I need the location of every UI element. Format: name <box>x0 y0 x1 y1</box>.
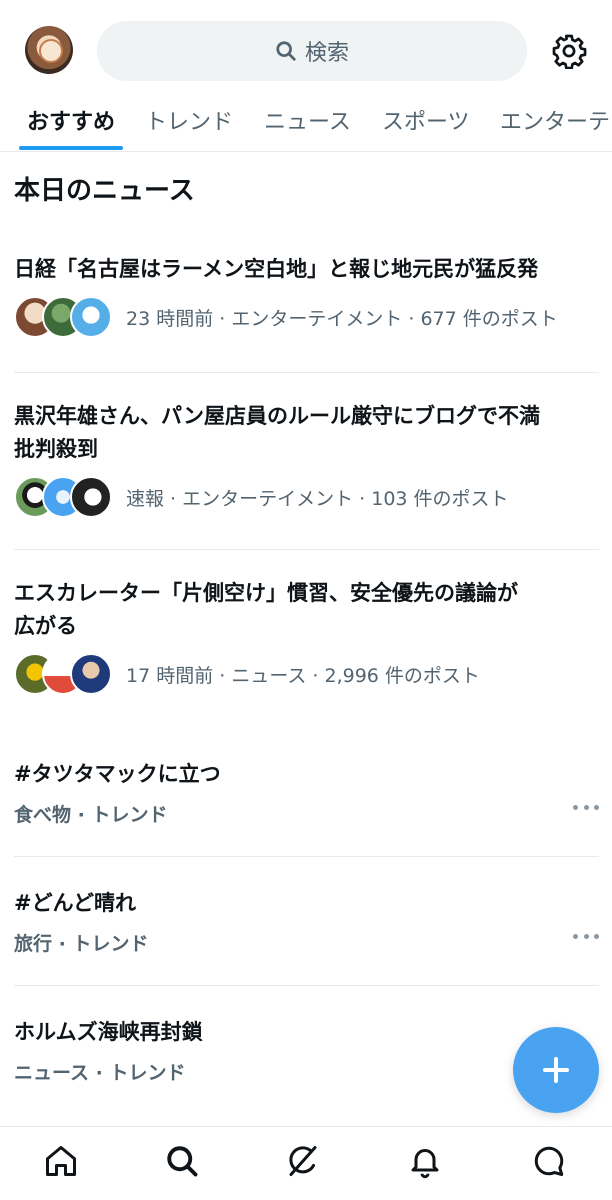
avatar <box>70 476 112 518</box>
tab-indicator <box>19 146 123 150</box>
divider <box>14 372 599 373</box>
explore-tabs: おすすめ トレンド ニュース スポーツ エンターテ <box>0 98 612 152</box>
bottom-nav <box>0 1126 612 1200</box>
news-avatars <box>14 476 114 518</box>
news-item[interactable]: エスカレーター「片側空け」慣習、安全優先の議論が 広がる 17 時間前 · ニュ… <box>14 577 599 695</box>
trend-item[interactable]: ホルムズ海峡再封鎖 ニュース · トレンド <box>14 1016 599 1085</box>
news-meta: 17 時間前 · ニュース · 2,996 件のポスト <box>126 664 480 687</box>
trend-title: #タツタマックに立つ <box>14 762 221 786</box>
news-headline: 日経「名古屋はラーメン空白地」と報じ地元民が猛反発 <box>14 257 539 281</box>
profile-avatar[interactable] <box>25 26 73 74</box>
news-headline-line1: 黒沢年雄さん、パン屋店員のルール厳守にブログで不満 <box>14 404 541 428</box>
tab-entertainment[interactable]: エンターテ <box>500 104 610 136</box>
trend-title: #どんど晴れ <box>14 891 136 915</box>
trend-meta: 食べ物 · トレンド <box>14 804 168 826</box>
search-icon[interactable] <box>164 1143 200 1179</box>
trend-item[interactable]: #タツタマックに立つ 食べ物 · トレンド <box>14 758 599 827</box>
divider <box>14 549 599 550</box>
news-meta: 速報 · エンターテイメント · 103 件のポスト <box>126 487 509 510</box>
search-icon <box>276 41 296 61</box>
news-item[interactable]: 黒沢年雄さん、パン屋店員のルール厳守にブログで不満 批判殺到 速報 · エンター… <box>14 400 599 518</box>
news-avatars <box>14 653 114 695</box>
divider <box>14 985 599 986</box>
gear-icon[interactable] <box>551 33 587 69</box>
search-bar[interactable]: 検索 <box>97 21 527 81</box>
news-headline-line2: 広がる <box>14 614 77 638</box>
messages-icon[interactable] <box>531 1143 567 1179</box>
search-placeholder: 検索 <box>304 41 349 66</box>
trend-item[interactable]: #どんど晴れ 旅行 · トレンド <box>14 887 599 956</box>
news-headline-line2: 批判殺到 <box>14 437 98 461</box>
bell-icon[interactable] <box>407 1143 443 1179</box>
tab-news[interactable]: ニュース <box>264 104 351 136</box>
trend-title: ホルムズ海峡再封鎖 <box>14 1020 203 1044</box>
trend-meta: ニュース · トレンド <box>14 1062 186 1084</box>
top-bar: 検索 <box>0 0 612 98</box>
avatar <box>70 296 112 338</box>
home-icon[interactable] <box>43 1143 79 1179</box>
section-title: 本日のニュース <box>14 176 195 206</box>
more-options-icon[interactable] <box>573 931 599 941</box>
tab-recommended[interactable]: おすすめ <box>27 104 115 136</box>
compose-button[interactable] <box>513 1027 599 1113</box>
tab-sports[interactable]: スポーツ <box>382 104 470 136</box>
trend-meta: 旅行 · トレンド <box>14 933 149 955</box>
divider <box>14 856 599 857</box>
news-item[interactable]: 日経「名古屋はラーメン空白地」と報じ地元民が猛反発 23 時間前 · エンターテ… <box>14 253 599 338</box>
news-headline-line1: エスカレーター「片側空け」慣習、安全優先の議論が <box>14 581 518 605</box>
avatar <box>70 653 112 695</box>
news-meta: 23 時間前 · エンターテイメント · 677 件のポスト <box>126 307 558 330</box>
news-avatars <box>14 296 114 338</box>
tab-trending[interactable]: トレンド <box>145 104 233 136</box>
grok-icon[interactable] <box>285 1143 321 1179</box>
more-options-icon[interactable] <box>573 802 599 812</box>
